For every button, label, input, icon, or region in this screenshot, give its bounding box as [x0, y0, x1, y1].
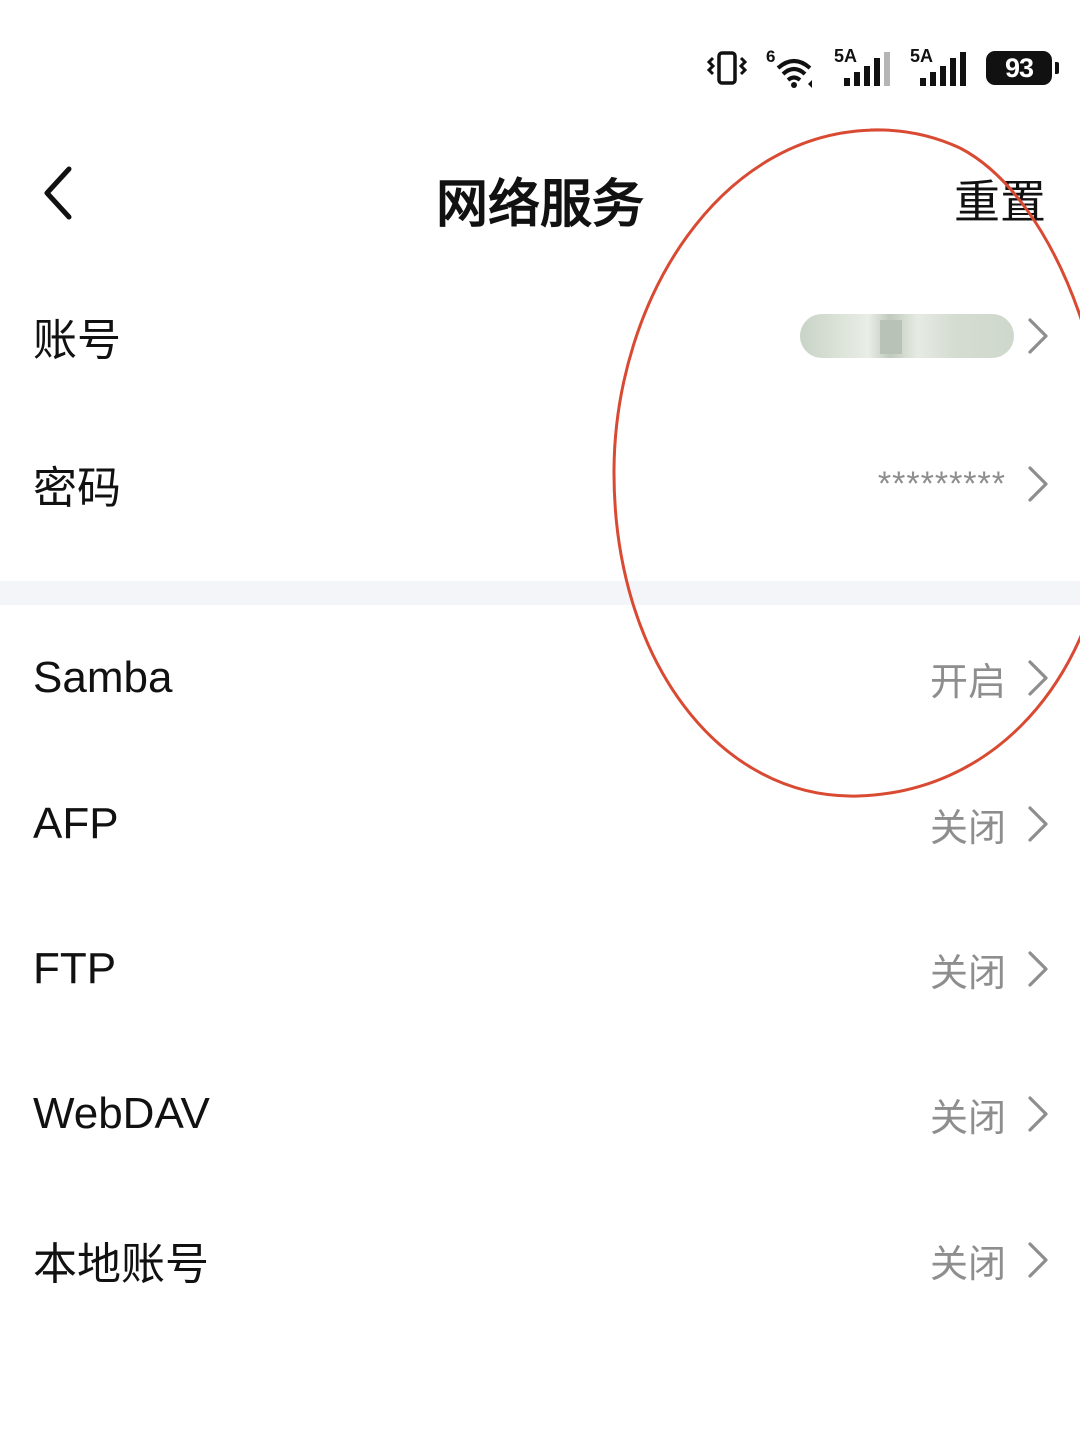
- local-account-row[interactable]: 本地账号 关闭: [0, 1200, 1080, 1320]
- webdav-status: 关闭: [929, 1095, 1006, 1140]
- samba-status: 开启: [929, 659, 1006, 704]
- page-title: 网络服务: [435, 175, 644, 235]
- local-account-label: 本地账号: [33, 1239, 209, 1290]
- signal-5a-icon: 5A: [834, 46, 896, 90]
- status-bar: 6 5A 5A 93: [704, 40, 1059, 96]
- account-label: 账号: [33, 315, 121, 366]
- back-button[interactable]: [28, 160, 88, 230]
- chevron-right-icon: [1026, 464, 1050, 504]
- local-account-status: 关闭: [929, 1241, 1006, 1286]
- header-bar: 网络服务 重置: [0, 140, 1080, 250]
- account-value-blurred: [800, 314, 1014, 358]
- password-label: 密码: [33, 463, 121, 514]
- network-services-screen: 6 5A 5A 93 网络服务 重置 账号 密码 ********* Samba…: [0, 0, 1080, 1440]
- chevron-left-icon: [41, 165, 75, 225]
- chevron-right-icon: [1026, 804, 1050, 844]
- webdav-row[interactable]: WebDAV 关闭: [0, 1054, 1080, 1174]
- signal-1-label: 5A: [834, 46, 857, 66]
- password-value: *********: [877, 464, 1006, 503]
- signal-5a-icon: 5A: [910, 46, 972, 90]
- ftp-label: FTP: [33, 944, 117, 993]
- vibrate-icon: [704, 48, 750, 88]
- samba-label: Samba: [33, 653, 173, 702]
- wifi-6-icon: 6: [764, 46, 820, 90]
- webdav-label: WebDAV: [33, 1089, 210, 1138]
- section-divider: [0, 581, 1080, 605]
- afp-label: AFP: [33, 799, 119, 848]
- password-row[interactable]: 密码 *********: [0, 424, 1080, 544]
- reset-button[interactable]: 重置: [954, 166, 1046, 232]
- afp-row[interactable]: AFP 关闭: [0, 764, 1080, 884]
- battery-indicator: 93: [986, 51, 1059, 85]
- chevron-right-icon: [1026, 316, 1050, 356]
- chevron-right-icon: [1026, 658, 1050, 698]
- account-row[interactable]: 账号: [0, 276, 1080, 396]
- signal-2-label: 5A: [910, 46, 933, 66]
- ftp-row[interactable]: FTP 关闭: [0, 909, 1080, 1029]
- samba-row[interactable]: Samba 开启: [0, 618, 1080, 738]
- chevron-right-icon: [1026, 949, 1050, 989]
- ftp-status: 关闭: [929, 950, 1006, 995]
- wifi-generation-label: 6: [766, 47, 775, 66]
- chevron-right-icon: [1026, 1094, 1050, 1134]
- chevron-right-icon: [1026, 1240, 1050, 1280]
- afp-status: 关闭: [929, 805, 1006, 850]
